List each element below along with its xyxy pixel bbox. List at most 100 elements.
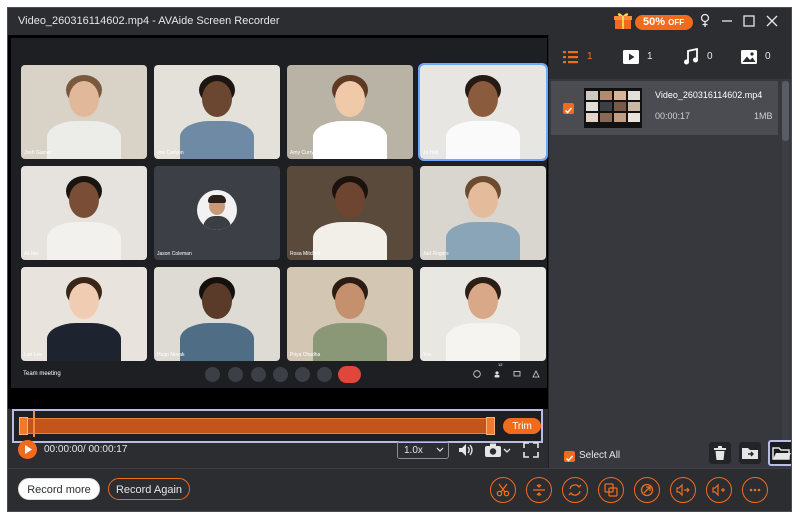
merge-icon — [604, 483, 618, 497]
participant-face — [335, 182, 365, 218]
music-icon — [684, 47, 698, 65]
participant-body — [446, 121, 520, 159]
participant-face — [468, 283, 498, 319]
participant-tile: Priya Chadha — [287, 267, 413, 361]
panel-scrollbar[interactable] — [782, 81, 789, 467]
select-all-label[interactable]: Select All — [579, 450, 620, 461]
merge-tool[interactable] — [598, 477, 624, 503]
bottom-toolbar: Record more Record Again — [8, 468, 791, 511]
participant-tile: Amy Curry — [287, 65, 413, 159]
split-tool[interactable] — [526, 477, 552, 503]
close-icon[interactable] — [763, 12, 781, 30]
participant-name: Josh Garner — [24, 150, 52, 156]
tab-video[interactable]: 1 — [621, 47, 653, 67]
trimmer-tool[interactable] — [490, 477, 516, 503]
volume-icon[interactable] — [457, 441, 475, 459]
media-tabs: 1 1 0 0 — [549, 35, 791, 79]
meeting-controls: Team meeting 12 — [11, 361, 547, 388]
participant-body — [446, 323, 520, 361]
pin-icon[interactable] — [696, 12, 714, 30]
participant-tile: You — [420, 267, 546, 361]
more-options-icon — [317, 367, 332, 382]
recording-checkbox[interactable] — [563, 103, 574, 114]
participant-body — [47, 323, 121, 361]
video-preview[interactable]: Josh Garner Joe Carlson Amy Curry Jo Hall Al… — [8, 35, 548, 443]
trim-button[interactable]: Trim — [503, 418, 541, 434]
compress-tool[interactable] — [634, 477, 660, 503]
checkmark-icon — [565, 455, 574, 462]
playhead[interactable] — [33, 411, 35, 437]
meeting-label: Team meeting — [23, 371, 61, 377]
participant-name: Hugo Novak — [157, 352, 185, 358]
participant-name: Rosa Mitchell — [290, 251, 321, 257]
recording-item[interactable]: Video_260316114602.mp4 00:00:17 1MB — [551, 81, 778, 135]
app-window: Video_260316114602.mp4 - AVAide Screen R… — [7, 7, 792, 512]
tab-audio[interactable]: 0 — [681, 47, 713, 67]
select-all-checkbox[interactable] — [564, 451, 575, 462]
participant-tile: Ali Nor — [21, 166, 147, 260]
split-icon — [533, 484, 545, 496]
window-title: Video_260316114602.mp4 - AVAide Screen R… — [18, 15, 280, 27]
speed-select[interactable]: 1.0x — [397, 441, 449, 459]
promo-offer[interactable]: 50% OFF — [613, 11, 695, 32]
speaker-export-icon — [676, 483, 690, 497]
delete-button[interactable] — [709, 442, 731, 464]
participant-tile: Rosa Mitchell — [287, 166, 413, 260]
tab-image[interactable]: 0 — [739, 47, 771, 67]
trash-icon — [714, 446, 726, 460]
open-folder-button[interactable] — [768, 440, 791, 466]
trim-end-handle[interactable] — [486, 417, 495, 435]
trim-timeline: Trim — [12, 409, 543, 443]
maximize-icon[interactable] — [740, 12, 758, 30]
participant-face — [69, 182, 99, 218]
scrollbar-thumb[interactable] — [782, 81, 789, 141]
convert-tool[interactable] — [562, 477, 588, 503]
minimize-icon[interactable] — [718, 12, 736, 30]
activities-icon — [532, 370, 540, 378]
record-more-button[interactable]: Record more — [18, 478, 100, 500]
participant-body — [313, 222, 387, 260]
participant-name: Joe Carlson — [157, 150, 184, 156]
captions-icon — [251, 367, 266, 382]
tab-audio-count: 0 — [707, 51, 713, 62]
camera-snapshot-icon[interactable] — [484, 441, 502, 459]
participant-tile: Jo Hall — [418, 63, 548, 161]
participant-name: Amy Curry — [290, 150, 314, 156]
fullscreen-icon[interactable] — [522, 441, 540, 459]
participant-face — [335, 81, 365, 117]
participant-tile: Lori Lee — [21, 267, 147, 361]
participant-name: Ali Nor — [24, 251, 40, 257]
participant-name: Jo Hall — [423, 150, 439, 156]
participant-tile: Jad Rogers — [420, 166, 546, 260]
volume-boost-tool[interactable] — [706, 477, 732, 503]
snapshot-options-icon[interactable] — [502, 441, 512, 459]
participant-body — [47, 121, 121, 159]
participant-body — [313, 121, 387, 159]
audio-extract-tool[interactable] — [670, 477, 696, 503]
trim-start-handle[interactable] — [19, 417, 28, 435]
chat-icon — [513, 371, 521, 377]
compress-icon — [640, 483, 654, 497]
record-again-button[interactable]: Record Again — [108, 478, 190, 500]
more-tools[interactable] — [742, 477, 768, 503]
recording-size: 1MB — [754, 111, 773, 121]
refresh-icon — [568, 484, 582, 496]
participant-body — [313, 323, 387, 361]
participant-tile: Hugo Novak — [154, 267, 280, 361]
participant-name: You — [423, 352, 432, 358]
recording-filename: Video_260316114602.mp4 — [655, 90, 763, 100]
discount-badge: 50% OFF — [635, 15, 693, 30]
mic-icon — [205, 367, 220, 382]
tab-all[interactable]: 1 — [561, 47, 593, 67]
speed-value: 1.0x — [404, 445, 423, 456]
discount-suffix: OFF — [668, 18, 685, 27]
recordings-panel: 1 1 0 0 Video_260316114602.mp4 00:00:17 … — [548, 35, 791, 468]
participant-body — [180, 121, 254, 159]
scissors-icon — [496, 483, 510, 497]
export-button[interactable] — [739, 442, 761, 464]
play-button[interactable] — [18, 440, 37, 459]
participant-face — [335, 283, 365, 319]
trim-range[interactable] — [21, 418, 491, 434]
volume-plus-icon — [712, 483, 725, 497]
participant-name: Jason Coleman — [157, 251, 192, 257]
